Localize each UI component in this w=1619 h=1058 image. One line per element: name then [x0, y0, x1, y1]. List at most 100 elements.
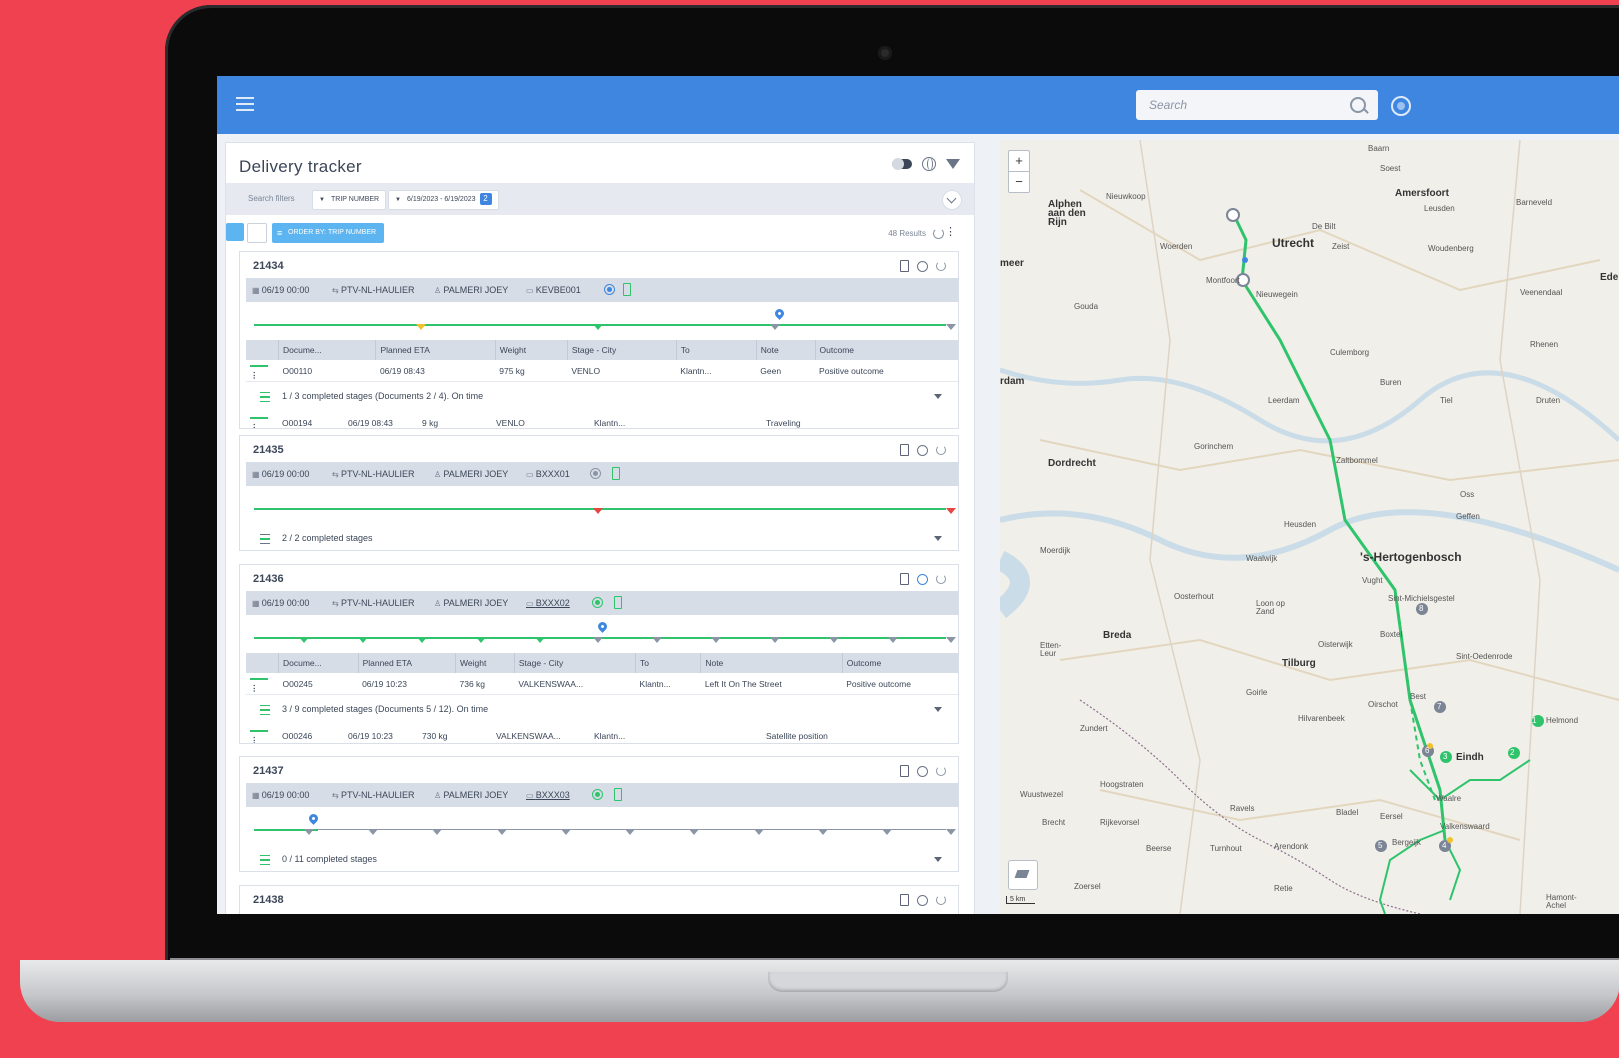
route-marker[interactable]: 4: [1442, 841, 1446, 850]
stage-marker[interactable]: [754, 829, 764, 835]
device-location-icon[interactable]: [900, 260, 909, 272]
table-row[interactable]: ⋮ O00194 06/19 08:43 9 kg VENLO Klantn..…: [246, 412, 958, 428]
chevron-down-icon[interactable]: [934, 394, 942, 399]
locate-icon[interactable]: [604, 284, 615, 295]
table-row[interactable]: ⋮ O00246 06/19 10:23 730 kg VALKENSWAA..…: [246, 725, 958, 743]
stage-marker[interactable]: [593, 637, 603, 643]
route-marker[interactable]: 5: [1378, 841, 1382, 850]
filter-icon[interactable]: [946, 159, 960, 169]
stage-summary[interactable]: 2 / 2 completed stages: [246, 524, 956, 550]
route-marker[interactable]: 7: [1437, 702, 1441, 711]
refresh-icon[interactable]: [936, 574, 946, 584]
order-by-button[interactable]: ORDER BY: TRIP NUMBER: [272, 223, 385, 243]
device-location-icon[interactable]: [900, 573, 909, 585]
refresh-icon[interactable]: [936, 895, 946, 905]
route-marker[interactable]: 3: [1443, 752, 1447, 761]
stage-marker[interactable]: [946, 324, 956, 330]
globe-icon[interactable]: [917, 573, 928, 585]
trip-card[interactable]: 21438: [239, 885, 959, 914]
search-input[interactable]: Search: [1136, 90, 1378, 120]
globe-icon[interactable]: [917, 765, 928, 777]
row-menu-icon[interactable]: ⋮: [250, 370, 259, 380]
stage-marker[interactable]: [593, 508, 603, 514]
trip-plate[interactable]: BXXX03: [526, 790, 570, 800]
globe-icon[interactable]: [917, 894, 928, 906]
stage-marker[interactable]: [770, 324, 780, 330]
route-marker[interactable]: 1: [1532, 716, 1536, 725]
stage-summary[interactable]: 1 / 3 completed stages (Documents 2 / 4)…: [246, 382, 956, 410]
stage-marker[interactable]: [416, 324, 426, 330]
menu-icon[interactable]: [236, 97, 254, 113]
stage-marker[interactable]: [304, 829, 314, 835]
refresh-icon[interactable]: [936, 445, 946, 455]
view-toggle[interactable]: [892, 158, 912, 170]
trip-card[interactable]: 21435 06/19 00:00 PTV-NL-HAULIER PALMERI…: [239, 435, 959, 551]
table-row[interactable]: ⋮ O00110 06/19 08:43 975 kg VENLO Klantn…: [246, 360, 958, 382]
zoom-out-button[interactable]: −: [1009, 172, 1029, 192]
row-menu-icon[interactable]: ⋮: [250, 422, 259, 428]
date-filter[interactable]: 6/19/2023 - 6/19/20232: [388, 190, 499, 210]
globe-icon[interactable]: [917, 260, 928, 272]
stage-marker[interactable]: [497, 829, 507, 835]
vehicle-position-icon[interactable]: [307, 812, 320, 825]
trip-card[interactable]: 21436 06/19 00:00 PTV-NL-HAULIER PALMERI…: [239, 564, 959, 744]
table-row[interactable]: ⋮ O00245 06/19 10:23 736 kg VALKENSWAA..…: [246, 673, 958, 695]
stage-marker[interactable]: [946, 508, 956, 514]
stage-marker[interactable]: [535, 637, 545, 643]
stage-marker[interactable]: [625, 829, 635, 835]
device-location-icon[interactable]: [900, 444, 909, 456]
trip-card[interactable]: 21434 06/19 00:00 PTV-NL-HAULIER PALMERI…: [239, 251, 959, 429]
globe-icon[interactable]: [917, 444, 928, 456]
more-options-icon[interactable]: ⋮: [945, 227, 956, 238]
stage-marker[interactable]: [593, 324, 603, 330]
refresh-icon[interactable]: [936, 261, 946, 271]
stage-marker[interactable]: [946, 829, 956, 835]
row-menu-icon[interactable]: ⋮: [250, 683, 259, 693]
chevron-down-icon[interactable]: [934, 707, 942, 712]
locate-icon[interactable]: [592, 597, 603, 608]
pin-view-button[interactable]: [247, 223, 267, 243]
refresh-icon[interactable]: [933, 228, 944, 239]
device-location-icon[interactable]: [900, 765, 909, 777]
stage-marker[interactable]: [888, 637, 898, 643]
stage-marker[interactable]: [299, 637, 309, 643]
chevron-down-icon[interactable]: [934, 857, 942, 862]
stage-marker[interactable]: [946, 637, 956, 643]
route-view-button[interactable]: [226, 223, 244, 241]
stage-marker[interactable]: [432, 829, 442, 835]
stage-marker[interactable]: [829, 637, 839, 643]
vehicle-position-icon[interactable]: [773, 307, 786, 320]
chat-icon[interactable]: [1391, 96, 1411, 116]
stage-marker[interactable]: [882, 829, 892, 835]
layers-icon[interactable]: [1008, 860, 1038, 890]
stage-summary[interactable]: 0 / 11 completed stages: [246, 845, 956, 871]
stage-marker[interactable]: [368, 829, 378, 835]
vehicle-position-icon[interactable]: [596, 620, 609, 633]
trip-number-filter[interactable]: TRIP NUMBER: [312, 190, 387, 210]
stage-marker[interactable]: [711, 637, 721, 643]
stage-marker[interactable]: [358, 637, 368, 643]
stage-marker[interactable]: [561, 829, 571, 835]
search-icon[interactable]: [1350, 97, 1366, 113]
locate-icon[interactable]: [592, 789, 603, 800]
chevron-down-icon[interactable]: [934, 536, 942, 541]
trip-plate[interactable]: BXXX02: [526, 598, 570, 608]
route-marker[interactable]: 8: [1419, 604, 1423, 613]
locate-icon[interactable]: [590, 468, 601, 479]
expand-filters-button[interactable]: [942, 190, 962, 210]
stage-marker[interactable]: [689, 829, 699, 835]
route-marker[interactable]: 2: [1510, 748, 1514, 757]
device-location-icon[interactable]: [900, 894, 909, 906]
stage-summary[interactable]: 3 / 9 completed stages (Documents 5 / 12…: [246, 695, 956, 723]
row-menu-icon[interactable]: ⋮: [250, 735, 259, 743]
stage-marker[interactable]: [417, 637, 427, 643]
stage-marker[interactable]: [652, 637, 662, 643]
stage-marker[interactable]: [770, 637, 780, 643]
globe-icon[interactable]: [922, 157, 936, 171]
stage-marker[interactable]: [818, 829, 828, 835]
route-marker[interactable]: 6: [1425, 746, 1429, 755]
stage-marker[interactable]: [476, 637, 486, 643]
trip-card[interactable]: 21437 06/19 00:00 PTV-NL-HAULIER PALMERI…: [239, 756, 959, 872]
refresh-icon[interactable]: [936, 766, 946, 776]
route-map[interactable]: + − Utrecht Amersfoort Alphen aan den Ri…: [1000, 140, 1619, 914]
